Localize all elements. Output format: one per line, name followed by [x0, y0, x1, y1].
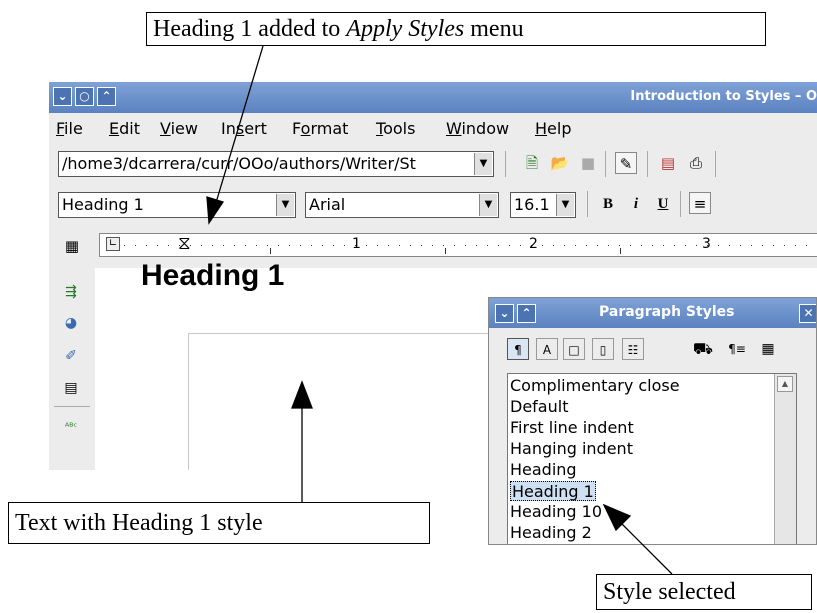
arrow-line-top: [214, 45, 264, 207]
arrow-line-right: [617, 519, 673, 575]
arrow-head-top: [206, 196, 225, 225]
arrow-head-left: [291, 380, 313, 409]
arrow-head-right: [602, 503, 632, 532]
annotation-arrows: [206, 45, 673, 575]
